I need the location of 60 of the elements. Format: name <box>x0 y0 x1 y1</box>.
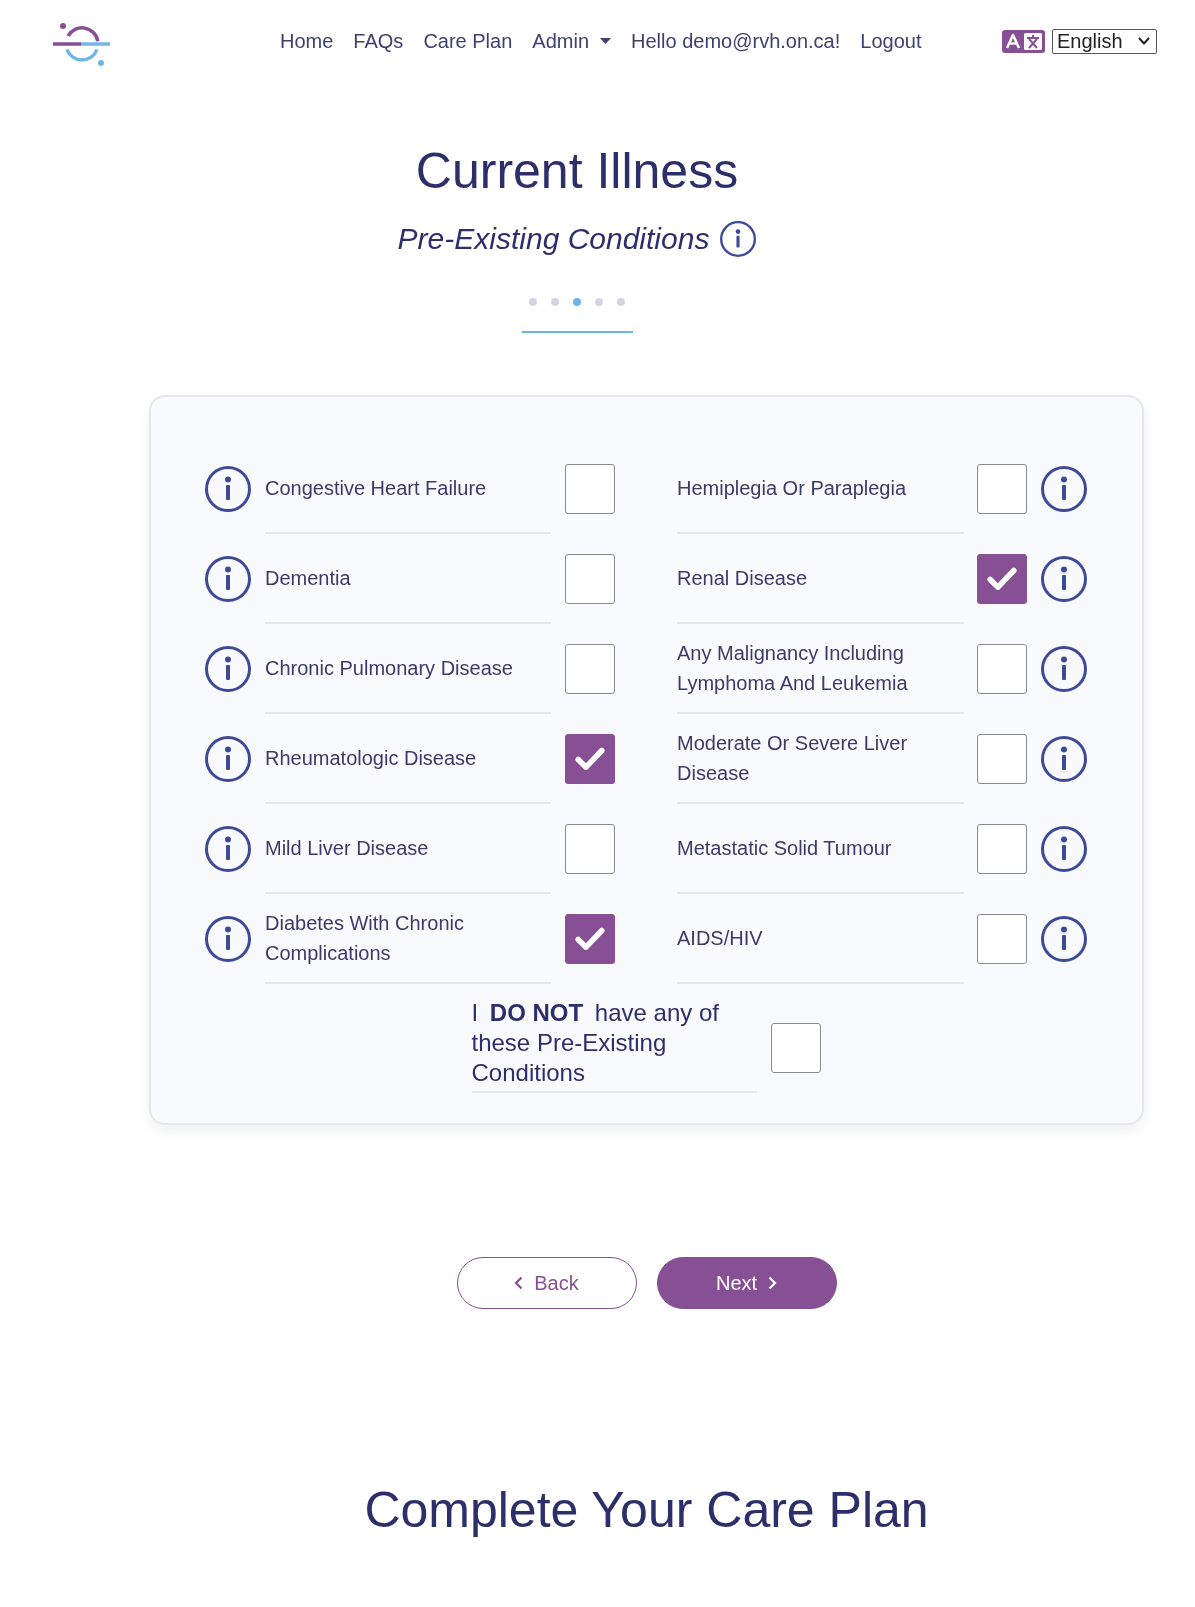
checkmark-icon <box>575 927 605 951</box>
checkbox[interactable] <box>565 734 615 784</box>
checkbox[interactable] <box>565 824 615 874</box>
checkbox[interactable] <box>770 1023 821 1073</box>
translate-icon <box>1002 29 1045 53</box>
condition-label: Renal Disease <box>677 566 808 591</box>
none-option-label: I DO NOT have any of these Pre-Existing Conditions <box>471 998 720 1088</box>
info-icon[interactable] <box>1041 556 1087 602</box>
info-icon[interactable] <box>720 221 757 257</box>
nav-link[interactable]: Hello demo@rvh.on.ca! <box>621 29 851 53</box>
checkbox[interactable] <box>565 464 615 514</box>
section-heading: Complete Your Care Plan <box>363 1481 930 1540</box>
condition-label: Metastatic Solid Tumour <box>677 836 892 861</box>
checkbox[interactable] <box>565 644 615 694</box>
info-icon[interactable] <box>205 916 251 962</box>
info-icon[interactable] <box>205 466 251 512</box>
condition-label: Dementia <box>265 566 351 591</box>
info-icon[interactable] <box>1041 826 1087 872</box>
checkbox[interactable] <box>977 914 1027 964</box>
condition-label: Hemiplegia Or Paraplegia <box>677 476 906 501</box>
condition-label: AIDS/HIV <box>677 926 763 951</box>
chevron-right-icon <box>768 1276 778 1290</box>
checkbox[interactable] <box>977 644 1027 694</box>
checkmark-icon <box>987 567 1017 591</box>
checkmark-icon <box>575 747 605 771</box>
condition-label: Congestive Heart Failure <box>265 476 487 501</box>
nav-link[interactable]: Home <box>270 29 344 53</box>
condition-label: Diabetes With Chronic Complications <box>265 911 465 966</box>
condition-label: Moderate Or Severe Liver Disease <box>677 731 909 786</box>
info-icon[interactable] <box>205 736 251 782</box>
condition-label: Any Malignancy Including Lymphoma And Leukemia <box>677 641 909 696</box>
nav-dropdown[interactable]: Admin <box>522 29 621 53</box>
nav-link[interactable]: Logout <box>850 29 932 53</box>
chevron-left-icon <box>514 1276 524 1290</box>
condition-label: Chronic Pulmonary Disease <box>265 656 513 681</box>
info-icon[interactable] <box>1041 736 1087 782</box>
checkbox[interactable] <box>565 914 615 964</box>
caret-icon <box>600 38 611 44</box>
checkbox[interactable] <box>977 554 1027 604</box>
next-button[interactable]: Next <box>656 1257 837 1309</box>
checkbox[interactable] <box>977 824 1027 874</box>
info-icon[interactable] <box>205 646 251 692</box>
nav-link[interactable]: Care Plan <box>413 29 523 53</box>
back-button[interactable]: Back <box>456 1257 637 1309</box>
logo-icon[interactable] <box>53 20 110 68</box>
info-icon[interactable] <box>1041 916 1087 962</box>
condition-label: Rheumatologic Disease <box>265 746 477 771</box>
info-icon[interactable] <box>1041 466 1087 512</box>
info-icon[interactable] <box>205 556 251 602</box>
info-icon[interactable] <box>205 826 251 872</box>
nav-link[interactable]: FAQs <box>343 29 414 53</box>
page-title: Current Illness <box>414 142 740 201</box>
chevron-down-icon <box>1138 37 1150 45</box>
section-subtitle: Pre-Existing Conditions <box>397 221 710 257</box>
condition-label: Mild Liver Disease <box>265 836 429 861</box>
checkbox[interactable] <box>977 734 1027 784</box>
language-select[interactable]: English <box>1052 28 1157 54</box>
checkbox[interactable] <box>565 554 615 604</box>
checkbox[interactable] <box>977 464 1027 514</box>
info-icon[interactable] <box>1041 646 1087 692</box>
